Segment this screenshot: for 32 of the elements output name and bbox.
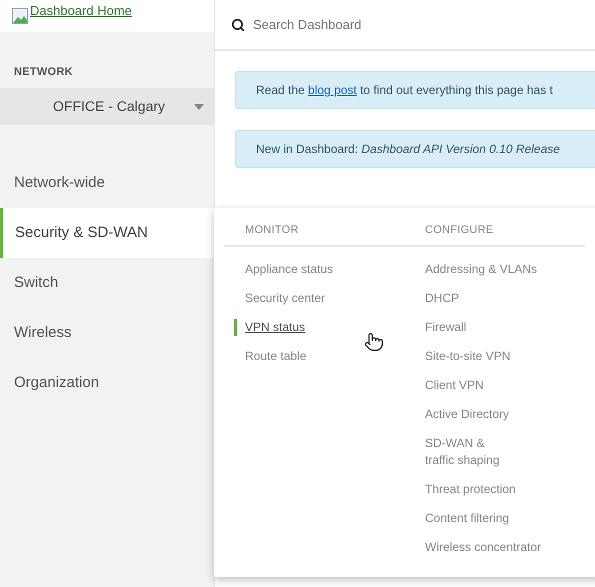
alert-text: New in Dashboard: Dashboard API Version 0.10 Release	[256, 141, 560, 158]
nav-item[interactable]: Organization	[0, 358, 214, 408]
menu-item[interactable]: Route table	[245, 348, 306, 365]
column-heading: MONITOR	[244, 223, 300, 238]
dashboard-home-link[interactable]: Dashboard Home	[30, 4, 132, 17]
alert-text: Read the blog post to find out everything this page has t	[256, 82, 553, 99]
nav-item[interactable]: Wireless	[0, 308, 214, 358]
network-dropdown[interactable]: OFFICE - Calgary	[0, 88, 214, 125]
search-field[interactable]: Search Dashboard	[253, 14, 595, 34]
nav-item[interactable]: Security & SD-WAN	[0, 208, 214, 258]
menu-item[interactable]: Addressing & VLANs	[425, 261, 538, 278]
menu-item[interactable]: Security center	[245, 290, 326, 307]
nav-item[interactable]: Network-wide	[0, 158, 214, 208]
menu-item[interactable]: Firewall	[425, 319, 466, 336]
menu-item[interactable]: SD-WAN & traffic shaping	[425, 435, 500, 469]
hand-cursor-icon	[364, 332, 384, 352]
nav-item[interactable]: Switch	[0, 258, 214, 308]
blog-post-link[interactable]: blog post	[308, 83, 357, 97]
menu-item[interactable]: Client VPN	[425, 377, 484, 394]
menu-item[interactable]: Wireless concentrator	[425, 539, 542, 556]
column-heading: CONFIGURE	[424, 223, 494, 238]
menu-item[interactable]: Content filtering	[425, 510, 510, 527]
menu-item[interactable]: DHCP	[425, 290, 460, 307]
search-icon	[231, 18, 245, 32]
menu-item[interactable]: Threat protection	[425, 481, 516, 498]
network-label: NETWORK	[13, 65, 74, 80]
menu-item[interactable]: VPN status	[245, 319, 306, 336]
broken-image-icon	[12, 8, 28, 24]
caret-icon	[194, 104, 204, 110]
menu-item[interactable]: Appliance status	[245, 261, 334, 278]
menu-item[interactable]: Active Directory	[425, 406, 510, 423]
menu-item[interactable]: Site-to-site VPN	[425, 348, 510, 365]
